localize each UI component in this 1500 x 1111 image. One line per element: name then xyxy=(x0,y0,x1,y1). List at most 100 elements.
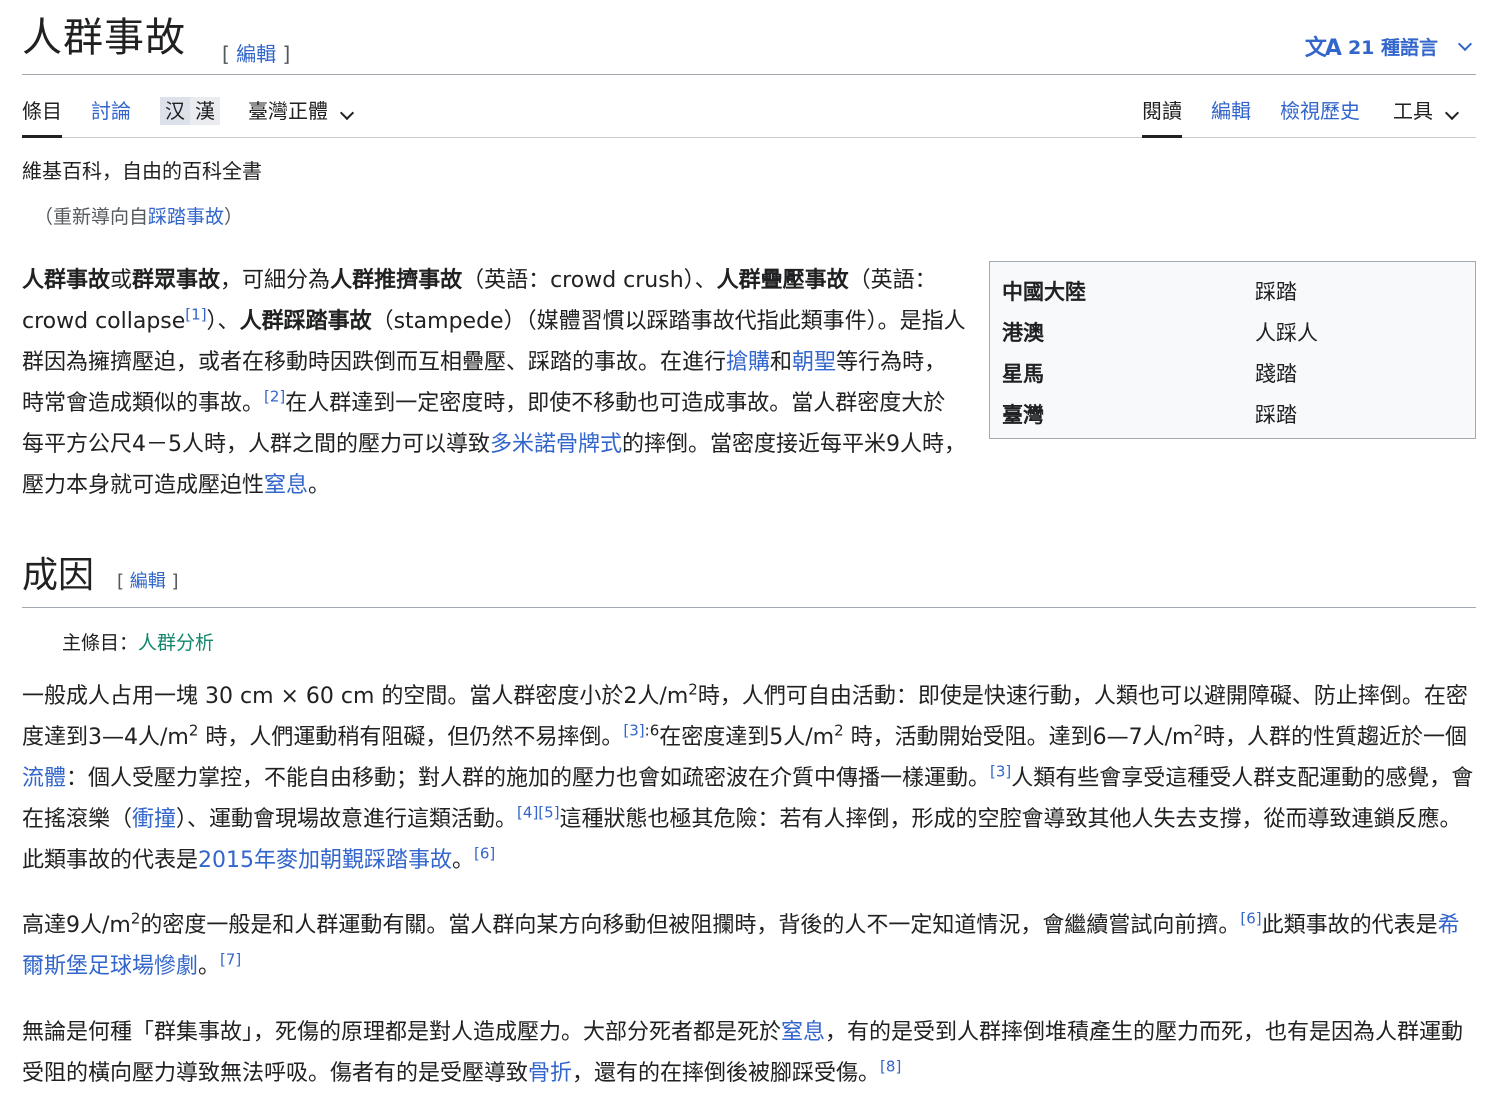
text: 時，活動開始受阻。達到6—7人/m xyxy=(843,725,1194,750)
chevron-down-icon xyxy=(1457,36,1473,51)
site-tagline: 維基百科，自由的百科全書 xyxy=(22,159,262,183)
text: 的密度一般是和人群運動有關。當人群向某方向移動但被阻攔時，背後的人不一定知道情況… xyxy=(140,913,1241,938)
title-bar: 人群事故 [ 編輯 ] 文A 21 種語言 xyxy=(22,0,1476,75)
link-fracture[interactable]: 骨折 xyxy=(528,1061,572,1086)
paragraph-injury: 無論是何種「群集事故」，死傷的原理都是對人造成壓力。大部分死者都是死於窒息，有的… xyxy=(22,1012,1476,1094)
redirect-link[interactable]: 踩踏事故 xyxy=(148,206,224,228)
text: 或 xyxy=(110,268,133,293)
tab-edit[interactable]: 編輯 xyxy=(1211,97,1251,125)
tools-dropdown[interactable]: 工具 xyxy=(1393,97,1463,125)
title-edit-section: [ 編輯 ] xyxy=(222,42,291,66)
paragraph-density: 一般成人占用一塊 30 cm × 60 cm 的空間。當人群密度小於2人/m2時… xyxy=(22,676,1476,881)
infobox-row: 中國大陸 踩踏 xyxy=(1002,270,1463,311)
text: ：個人受壓力掌控，不能自由移動；對人群的施加的壓力也會如疏密波在介質中傳播一樣運… xyxy=(66,766,991,791)
title-edit-link[interactable]: 編輯 xyxy=(236,42,276,66)
section-title: 成因 xyxy=(22,555,95,596)
tab-history[interactable]: 檢視歷史 xyxy=(1280,97,1360,125)
section-edit-link[interactable]: 編輯 xyxy=(130,571,166,592)
citation-link[interactable]: [7] xyxy=(220,951,241,969)
hatnote-prefix: 主條目： xyxy=(62,632,139,654)
infobox-region: 港澳 xyxy=(1002,320,1044,345)
infobox-region: 臺灣 xyxy=(1002,402,1044,427)
page-title: 人群事故 xyxy=(22,15,186,61)
tab-article[interactable]: 條目 xyxy=(22,97,62,138)
text: 在密度達到5人/m xyxy=(659,725,835,750)
citation-link[interactable]: [4] xyxy=(517,804,538,822)
tab-read[interactable]: 閱讀 xyxy=(1142,97,1182,138)
text: ）、 xyxy=(206,309,240,334)
chevron-down-icon xyxy=(339,105,355,121)
infobox-term: 踐踏 xyxy=(1255,361,1297,386)
variant-switcher: 汉 漢 xyxy=(160,97,220,125)
infobox-region: 中國大陸 xyxy=(1002,279,1086,304)
infobox-row: 臺灣 踩踏 xyxy=(1002,393,1463,434)
text: 。 xyxy=(198,954,221,979)
text: ）、運動會現場故意進行這類活動。 xyxy=(176,807,518,832)
text: 一般成人占用一塊 30 cm × 60 cm 的空間。當人群密度小於2人/m xyxy=(22,684,689,709)
link-domino[interactable]: 多米諾骨牌式 xyxy=(490,432,622,457)
infobox-term: 踩踏 xyxy=(1255,402,1297,427)
bold-term: 人群踩踏事故 xyxy=(239,309,372,334)
main-article-hatnote: 主條目：人群分析 xyxy=(62,628,214,655)
infobox-row: 星馬 踐踏 xyxy=(1002,352,1463,393)
lead-paragraph: 人群事故或群眾事故，可細分為人群推擠事故（英語：crowd crush）、人群疊… xyxy=(22,260,967,506)
hatnote-link[interactable]: 人群分析 xyxy=(138,632,214,654)
paragraph-crowd-movement: 高達9人/m2的密度一般是和人群運動有關。當人群向某方向移動但被阻攔時，背後的人… xyxy=(22,905,1476,987)
citation-link[interactable]: [3] xyxy=(990,763,1011,781)
text: 。 xyxy=(452,848,475,873)
section-heading-causes: 成因 [ 編輯 ] xyxy=(22,550,1476,608)
link-shopping-rush[interactable]: 搶購 xyxy=(726,350,770,375)
variant-simplified[interactable]: 汉 xyxy=(160,97,190,125)
link-moshing[interactable]: 衝撞 xyxy=(132,807,176,832)
text: 此類事故的代表是 xyxy=(1261,913,1438,938)
citation-link[interactable]: [2] xyxy=(264,388,285,406)
citation-link[interactable]: [8] xyxy=(880,1058,901,1076)
link-fluid[interactable]: 流體 xyxy=(22,766,66,791)
text: 無論是何種「群集事故」，死傷的原理都是對人造成壓力。大部分死者都是死於 xyxy=(22,1020,782,1045)
link-asphyxia[interactable]: 窒息 xyxy=(781,1020,825,1045)
text: 和 xyxy=(770,350,793,375)
bold-term: 人群事故 xyxy=(22,268,111,293)
text: 時，人群的性質趨近於一個 xyxy=(1203,725,1468,750)
translate-icon: 文A xyxy=(1304,36,1342,61)
citation-link[interactable]: [6] xyxy=(474,845,495,863)
regional-terms-infobox: 中國大陸 踩踏 港澳 人踩人 星馬 踐踏 臺灣 踩踏 xyxy=(989,261,1476,439)
tabs-bar: 條目 討論 汉 漢 臺灣正體 閱讀 編輯 檢視歷史 工具 xyxy=(22,75,1476,138)
superscript: 2 xyxy=(688,680,698,699)
bold-term: 群眾事故 xyxy=(132,268,221,293)
redirect-prefix: （重新導向自 xyxy=(34,206,149,228)
tab-talk[interactable]: 討論 xyxy=(91,97,131,125)
superscript: 2 xyxy=(188,721,199,740)
variant-dropdown[interactable]: 臺灣正體 xyxy=(248,97,358,125)
page: 人群事故 [ 編輯 ] 文A 21 種語言 條目 討論 汉 漢 臺灣正體 閱讀 … xyxy=(22,0,1476,1086)
bold-term: 人群疊壓事故 xyxy=(716,268,849,293)
text: 高達9人/m xyxy=(22,913,131,938)
text: 。 xyxy=(308,473,331,498)
link-mecca-stampede[interactable]: 2015年麥加朝覲踩踏事故 xyxy=(198,848,452,873)
superscript: 2 xyxy=(1193,721,1204,740)
infobox-region: 星馬 xyxy=(1002,361,1044,386)
infobox-term: 踩踏 xyxy=(1255,279,1297,304)
language-count: 21 種語言 xyxy=(1347,36,1438,59)
text: ，可細分為 xyxy=(220,268,331,293)
superscript: 2 xyxy=(834,721,844,740)
language-button[interactable]: 文A 21 種語言 xyxy=(1305,30,1476,62)
bold-term: 人群推擠事故 xyxy=(330,268,463,293)
tools-label: 工具 xyxy=(1393,99,1433,123)
citation-link[interactable]: [3] xyxy=(623,722,644,740)
citation-link[interactable]: [1] xyxy=(185,306,206,324)
citation-link[interactable]: [5] xyxy=(538,804,559,822)
text: （英語：crowd crush）、 xyxy=(462,268,717,293)
chevron-down-icon xyxy=(1444,105,1460,121)
infobox-row: 港澳 人踩人 xyxy=(1002,311,1463,352)
redirect-note: （重新導向自踩踏事故） xyxy=(34,202,243,229)
variant-traditional[interactable]: 漢 xyxy=(190,97,220,125)
superscript: 2 xyxy=(130,909,141,928)
link-pilgrimage[interactable]: 朝聖 xyxy=(792,350,836,375)
link-asphyxia[interactable]: 窒息 xyxy=(264,473,308,498)
variant-current: 臺灣正體 xyxy=(248,99,328,123)
infobox-term: 人踩人 xyxy=(1255,320,1318,345)
section-edit: [ 編輯 ] xyxy=(117,571,179,592)
redirect-suffix: ） xyxy=(224,206,244,228)
citation-link[interactable]: [6] xyxy=(1240,910,1261,928)
